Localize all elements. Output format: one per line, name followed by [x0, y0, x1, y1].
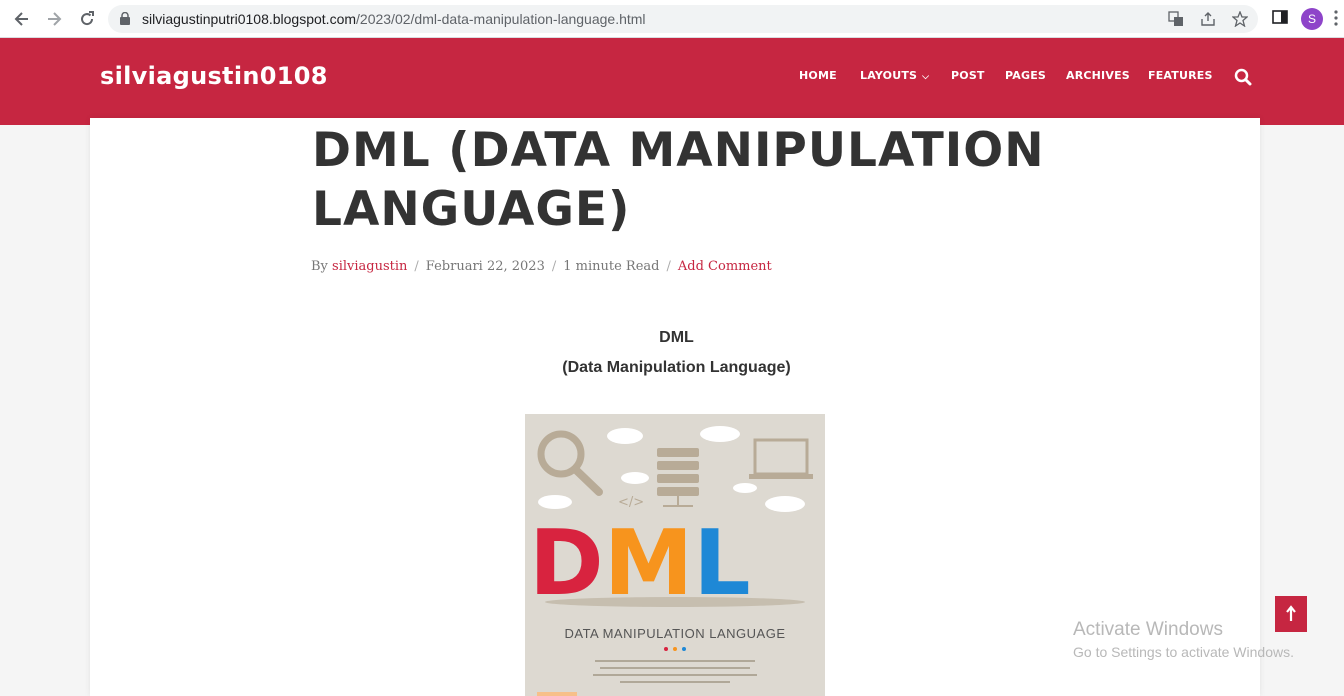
site-title[interactable]: silviagustin0108 [100, 62, 328, 90]
browser-toolbar: silviagustinputri0108.blogspot.com/2023/… [0, 0, 1344, 38]
add-comment-link[interactable]: Add Comment [678, 259, 772, 274]
reload-icon[interactable] [77, 9, 97, 29]
post-content: DML (DATA MANIPULATION LANGUAGE) By silv… [90, 118, 1260, 696]
image-caption: DATA MANIPULATION LANGUAGE [564, 626, 786, 641]
lock-icon[interactable] [120, 12, 130, 25]
post-meta: By silviagustin / Februari 22, 2023 / 1 minu… [311, 259, 772, 274]
back-icon[interactable] [12, 9, 32, 29]
nav-features[interactable]: FEATURES [1148, 69, 1213, 82]
url-host: silviagustinputri0108.blogspot.com [142, 11, 357, 27]
arrow-up-icon [1286, 605, 1296, 621]
meta-by: By [311, 259, 328, 274]
read-time: 1 minute Read [563, 259, 660, 274]
profile-avatar[interactable]: S [1301, 8, 1323, 30]
nav-layouts-label: LAYOUTS [860, 69, 918, 82]
translate-icon[interactable] [1168, 11, 1184, 27]
url-text[interactable]: silviagustinputri0108.blogspot.com/2023/… [142, 11, 646, 27]
menu-icon[interactable] [1334, 10, 1338, 26]
svg-text:</>: </> [618, 495, 644, 510]
dml-illustration: </> DML [529, 426, 813, 696]
activate-title: Activate Windows [1073, 619, 1223, 640]
meta-separator: / [551, 259, 557, 274]
nav-home[interactable]: HOME [799, 69, 837, 82]
post-title: DML (DATA MANIPULATION LANGUAGE) [312, 123, 1045, 237]
activate-subtitle: Go to Settings to activate Windows. [1073, 644, 1294, 660]
nav-archives[interactable]: ARCHIVES [1066, 69, 1130, 82]
url-path: /2023/02/dml-data-manipulation-language.… [356, 11, 646, 27]
chevron-down-icon: ⌵ [922, 72, 930, 82]
site-header: silviagustin0108 HOME LAYOUTS ⌵ POST PAGE… [0, 38, 1344, 125]
search-icon[interactable] [1234, 68, 1252, 86]
windows-activation-watermark: Activate Windows Go to Settings to activ… [1073, 619, 1294, 660]
nav-post[interactable]: POST [951, 69, 985, 82]
nav-pages[interactable]: PAGES [1005, 69, 1046, 82]
star-icon[interactable] [1231, 10, 1249, 28]
back-to-top-button[interactable] [1275, 596, 1307, 632]
address-bar[interactable]: silviagustinputri0108.blogspot.com/2023/… [108, 5, 1258, 33]
side-panel-icon[interactable] [1272, 9, 1288, 25]
post-heading-dml: DML [659, 329, 694, 346]
meta-separator: / [414, 259, 419, 274]
post-date: Februari 22, 2023 [425, 259, 545, 274]
share-icon[interactable] [1200, 11, 1216, 27]
nav-layouts[interactable]: LAYOUTS ⌵ [860, 69, 929, 82]
post-image: </> DML DATA MANIPULATION LANGUAGE [525, 414, 825, 696]
meta-separator: / [666, 259, 671, 274]
post-heading-full: (Data Manipulation Language) [562, 359, 791, 376]
forward-icon[interactable] [44, 9, 64, 29]
author-link[interactable]: silviagustin [332, 259, 407, 274]
